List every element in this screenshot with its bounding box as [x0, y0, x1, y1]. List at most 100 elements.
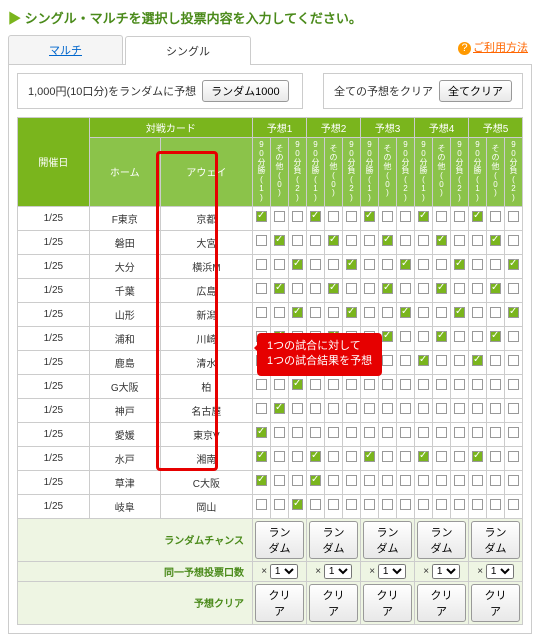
checkbox[interactable] — [274, 259, 285, 270]
checkbox[interactable] — [418, 211, 429, 222]
checkbox[interactable] — [454, 403, 465, 414]
checkbox[interactable] — [490, 379, 501, 390]
checkbox[interactable] — [436, 379, 447, 390]
checkbox[interactable] — [490, 211, 501, 222]
checkbox[interactable] — [436, 451, 447, 462]
checkbox[interactable] — [490, 451, 501, 462]
clear-button[interactable]: クリア — [363, 584, 412, 622]
checkbox[interactable] — [418, 259, 429, 270]
checkbox[interactable] — [418, 379, 429, 390]
checkbox[interactable] — [400, 451, 411, 462]
checkbox[interactable] — [292, 379, 303, 390]
checkbox[interactable] — [472, 211, 483, 222]
checkbox[interactable] — [454, 451, 465, 462]
checkbox[interactable] — [400, 307, 411, 318]
checkbox[interactable] — [418, 475, 429, 486]
checkbox[interactable] — [364, 499, 375, 510]
checkbox[interactable] — [256, 379, 267, 390]
checkbox[interactable] — [400, 427, 411, 438]
checkbox[interactable] — [346, 235, 357, 246]
checkbox[interactable] — [490, 499, 501, 510]
checkbox[interactable] — [508, 211, 519, 222]
checkbox[interactable] — [382, 259, 393, 270]
checkbox[interactable] — [274, 403, 285, 414]
checkbox[interactable] — [472, 307, 483, 318]
checkbox[interactable] — [346, 499, 357, 510]
checkbox[interactable] — [400, 235, 411, 246]
checkbox[interactable] — [274, 307, 285, 318]
checkbox[interactable] — [418, 283, 429, 294]
checkbox[interactable] — [454, 379, 465, 390]
checkbox[interactable] — [436, 499, 447, 510]
checkbox[interactable] — [508, 355, 519, 366]
checkbox[interactable] — [382, 331, 393, 342]
checkbox[interactable] — [436, 475, 447, 486]
checkbox[interactable] — [382, 499, 393, 510]
checkbox[interactable] — [400, 331, 411, 342]
checkbox[interactable] — [328, 259, 339, 270]
checkbox[interactable] — [436, 355, 447, 366]
checkbox[interactable] — [490, 475, 501, 486]
checkbox[interactable] — [310, 283, 321, 294]
checkbox[interactable] — [292, 427, 303, 438]
checkbox[interactable] — [310, 235, 321, 246]
clear-button[interactable]: クリア — [255, 584, 304, 622]
checkbox[interactable] — [454, 427, 465, 438]
checkbox[interactable] — [490, 355, 501, 366]
checkbox[interactable] — [328, 475, 339, 486]
checkbox[interactable] — [328, 499, 339, 510]
checkbox[interactable] — [400, 499, 411, 510]
checkbox[interactable] — [310, 427, 321, 438]
checkbox[interactable] — [472, 355, 483, 366]
checkbox[interactable] — [274, 211, 285, 222]
checkbox[interactable] — [346, 403, 357, 414]
checkbox[interactable] — [400, 355, 411, 366]
checkbox[interactable] — [364, 307, 375, 318]
checkbox[interactable] — [346, 475, 357, 486]
checkbox[interactable] — [472, 331, 483, 342]
checkbox[interactable] — [508, 307, 519, 318]
checkbox[interactable] — [364, 283, 375, 294]
checkbox[interactable] — [364, 451, 375, 462]
checkbox[interactable] — [490, 259, 501, 270]
checkbox[interactable] — [508, 403, 519, 414]
checkbox[interactable] — [292, 235, 303, 246]
checkbox[interactable] — [382, 427, 393, 438]
checkbox[interactable] — [508, 427, 519, 438]
checkbox[interactable] — [508, 259, 519, 270]
checkbox[interactable] — [328, 451, 339, 462]
checkbox[interactable] — [490, 235, 501, 246]
checkbox[interactable] — [346, 451, 357, 462]
checkbox[interactable] — [436, 259, 447, 270]
checkbox[interactable] — [310, 259, 321, 270]
checkbox[interactable] — [508, 379, 519, 390]
random-1000-button[interactable]: ランダム1000 — [202, 80, 288, 102]
checkbox[interactable] — [364, 235, 375, 246]
checkbox[interactable] — [472, 427, 483, 438]
checkbox[interactable] — [346, 259, 357, 270]
checkbox[interactable] — [454, 475, 465, 486]
checkbox[interactable] — [454, 211, 465, 222]
checkbox[interactable] — [292, 307, 303, 318]
checkbox[interactable] — [454, 331, 465, 342]
checkbox[interactable] — [274, 475, 285, 486]
checkbox[interactable] — [436, 211, 447, 222]
checkbox[interactable] — [454, 259, 465, 270]
checkbox[interactable] — [454, 283, 465, 294]
checkbox[interactable] — [382, 451, 393, 462]
checkbox[interactable] — [418, 331, 429, 342]
checkbox[interactable] — [292, 475, 303, 486]
checkbox[interactable] — [346, 307, 357, 318]
checkbox[interactable] — [382, 379, 393, 390]
checkbox[interactable] — [508, 283, 519, 294]
checkbox[interactable] — [328, 427, 339, 438]
checkbox[interactable] — [274, 379, 285, 390]
multiplier-select[interactable]: 1 — [486, 564, 514, 579]
checkbox[interactable] — [256, 211, 267, 222]
checkbox[interactable] — [292, 403, 303, 414]
checkbox[interactable] — [328, 403, 339, 414]
checkbox[interactable] — [256, 403, 267, 414]
checkbox[interactable] — [310, 211, 321, 222]
clear-button[interactable]: クリア — [471, 584, 520, 622]
checkbox[interactable] — [472, 403, 483, 414]
